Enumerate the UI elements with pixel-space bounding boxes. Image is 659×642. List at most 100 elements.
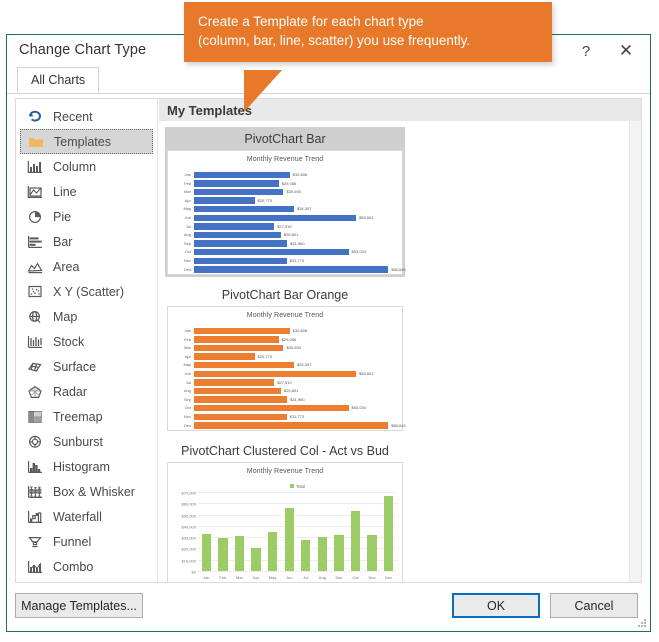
- sunburst-icon: [26, 433, 43, 450]
- gridline: $60,000: [182, 502, 397, 507]
- bar-value-label: $53,034: [351, 405, 367, 411]
- close-icon[interactable]: ✕: [606, 35, 646, 67]
- sidebar-item-recent[interactable]: Recent: [20, 104, 153, 129]
- sidebar-item-map[interactable]: Map: [20, 304, 153, 329]
- sidebar-item-column[interactable]: Column: [20, 154, 153, 179]
- bar-rect: [194, 370, 357, 377]
- bar-value-label: $29,066: [281, 336, 297, 342]
- sidebar-item-radar[interactable]: Radar: [20, 379, 153, 404]
- help-icon[interactable]: ?: [566, 35, 606, 67]
- bar-category-label: Mar: [184, 345, 191, 351]
- bar-rect: [194, 188, 284, 196]
- sidebar-item-label: Line: [53, 184, 77, 199]
- ok-button[interactable]: OK: [452, 593, 540, 618]
- column-rect: [384, 495, 394, 571]
- bar-value-label: $66,645: [391, 422, 406, 428]
- bar-category-label: Oct: [184, 249, 191, 255]
- bar-rect: [194, 396, 288, 403]
- chart-title: Monthly Revenue Trend: [246, 156, 324, 163]
- sidebar-item-label: Recent: [53, 109, 93, 124]
- sidebar-item-bar[interactable]: Bar: [20, 229, 153, 254]
- bar-value-label: $34,307: [296, 362, 312, 368]
- bar-category-label: Apr: [184, 353, 191, 359]
- bar-row: Feb $29,066: [184, 180, 398, 188]
- bar-chart-icon: [26, 233, 43, 250]
- bar-category-label: Jun: [184, 370, 191, 376]
- gallery-scrollbar[interactable]: [629, 121, 641, 582]
- sidebar-item-histogram[interactable]: Histogram: [20, 454, 153, 479]
- bar-rect: [194, 404, 349, 412]
- bar-category-label: Jan: [184, 172, 191, 177]
- bar-row: May $34,307: [183, 205, 398, 213]
- column-rect: [201, 533, 211, 571]
- gallery-header: My Templates: [159, 99, 641, 121]
- y-tick-label: $20,000: [181, 546, 196, 552]
- sidebar-item-templates[interactable]: Templates: [20, 129, 153, 154]
- x-tick-label: Feb: [219, 575, 227, 580]
- bar-row: Dec $66,645: [184, 422, 406, 430]
- tab-all-charts[interactable]: All Charts: [17, 67, 100, 93]
- callout-tail: [244, 70, 282, 112]
- bar-category-label: Aug: [183, 388, 191, 394]
- manage-templates-button[interactable]: Manage Templates...: [15, 593, 143, 618]
- bar-row: Dec $66,645: [184, 266, 406, 274]
- sidebar-item-area[interactable]: Area: [20, 254, 153, 279]
- sidebar-item-label: Column: [53, 159, 97, 174]
- sidebar-item-label: X Y (Scatter): [53, 284, 125, 299]
- cancel-button[interactable]: Cancel: [550, 593, 638, 618]
- y-tick-label: $50,000: [181, 513, 196, 519]
- sidebar-item-label: Templates: [54, 134, 111, 149]
- sidebar-item-surface[interactable]: Surface: [20, 354, 153, 379]
- area-chart-icon: [26, 258, 43, 275]
- mini-column-plot: Total $0 $10,000 $20,000 $30,000 $40,000 $50,0…: [182, 484, 397, 582]
- sidebar-item-pie[interactable]: Pie: [20, 204, 153, 229]
- template-tile-pivotchart-bar[interactable]: PivotChart Bar Monthly Revenue Trend Jan $3…: [165, 127, 406, 277]
- bar-value-label: $27,519: [277, 379, 292, 385]
- stock-chart-icon: [26, 333, 43, 350]
- bar-value-label: $31,773: [289, 413, 305, 419]
- sidebar-item-sunburst[interactable]: Sunburst: [20, 429, 153, 454]
- chart-type-sidebar: Recent Templates Column Line Pie Bar Area X Y (…: [16, 99, 158, 582]
- box-whisker-icon: [26, 483, 43, 500]
- bar-rect: [194, 379, 275, 386]
- bar-category-label: Jul: [185, 223, 191, 229]
- sidebar-item-treemap[interactable]: Treemap: [20, 404, 153, 429]
- resize-grip[interactable]: [637, 618, 647, 628]
- bar-value-label: $34,307: [296, 206, 312, 212]
- sidebar-item-combo[interactable]: Combo: [20, 554, 153, 579]
- sidebar-item-label: Radar: [53, 384, 88, 399]
- bar-value-label: $32,808: [292, 328, 308, 333]
- sidebar-item-funnel[interactable]: Funnel: [20, 529, 153, 554]
- chart-plot: Total $0 $10,000 $20,000 $30,000 $40,000 $50,0…: [168, 481, 402, 582]
- bar-value-label: $30,693: [286, 189, 301, 195]
- column-rect: [234, 536, 245, 571]
- sidebar-item-x-y-scatter[interactable]: X Y (Scatter): [20, 279, 153, 304]
- template-tile-pivotchart-bar-orange[interactable]: PivotChart Bar Orange Monthly Revenue Tre…: [165, 283, 406, 433]
- bar-row: Aug $29,801: [184, 231, 398, 239]
- bar-value-label: $29,066: [281, 180, 297, 186]
- sidebar-item-label: Pie: [53, 209, 72, 224]
- bar-row: Jun $55,603: [185, 370, 398, 378]
- sidebar-item-box-whisker[interactable]: Box & Whisker: [20, 479, 153, 504]
- column-rect: [317, 537, 327, 571]
- sidebar-item-waterfall[interactable]: Waterfall: [20, 504, 153, 529]
- bar-rect: [194, 214, 357, 221]
- sidebar-item-label: Sunburst: [53, 434, 104, 449]
- callout-line-1: Create a Template for each chart type: [198, 14, 424, 29]
- sidebar-item-line[interactable]: Line: [20, 179, 153, 204]
- x-tick-label: Jun: [285, 575, 293, 580]
- template-tile-pivotchart-clustered-col[interactable]: PivotChart Clustered Col - Act vs Bud Mon…: [165, 439, 405, 582]
- bar-category-label: Apr: [184, 197, 191, 203]
- bar-rect: [194, 171, 290, 178]
- bar-rect: [194, 197, 255, 204]
- bar-category-label: Jul: [185, 379, 191, 385]
- bar-value-label: $29,801: [283, 388, 299, 394]
- bar-rect: [194, 327, 290, 334]
- sidebar-item-stock[interactable]: Stock: [20, 329, 153, 354]
- column-chart-icon: [26, 158, 43, 175]
- column-rect: [350, 511, 361, 571]
- y-tick-label: $30,000: [181, 535, 196, 541]
- template-gallery: My Templates PivotChart Bar Monthly Reven…: [159, 99, 641, 582]
- x-tick-label: Dec: [385, 575, 393, 580]
- bar-rect: [194, 266, 389, 273]
